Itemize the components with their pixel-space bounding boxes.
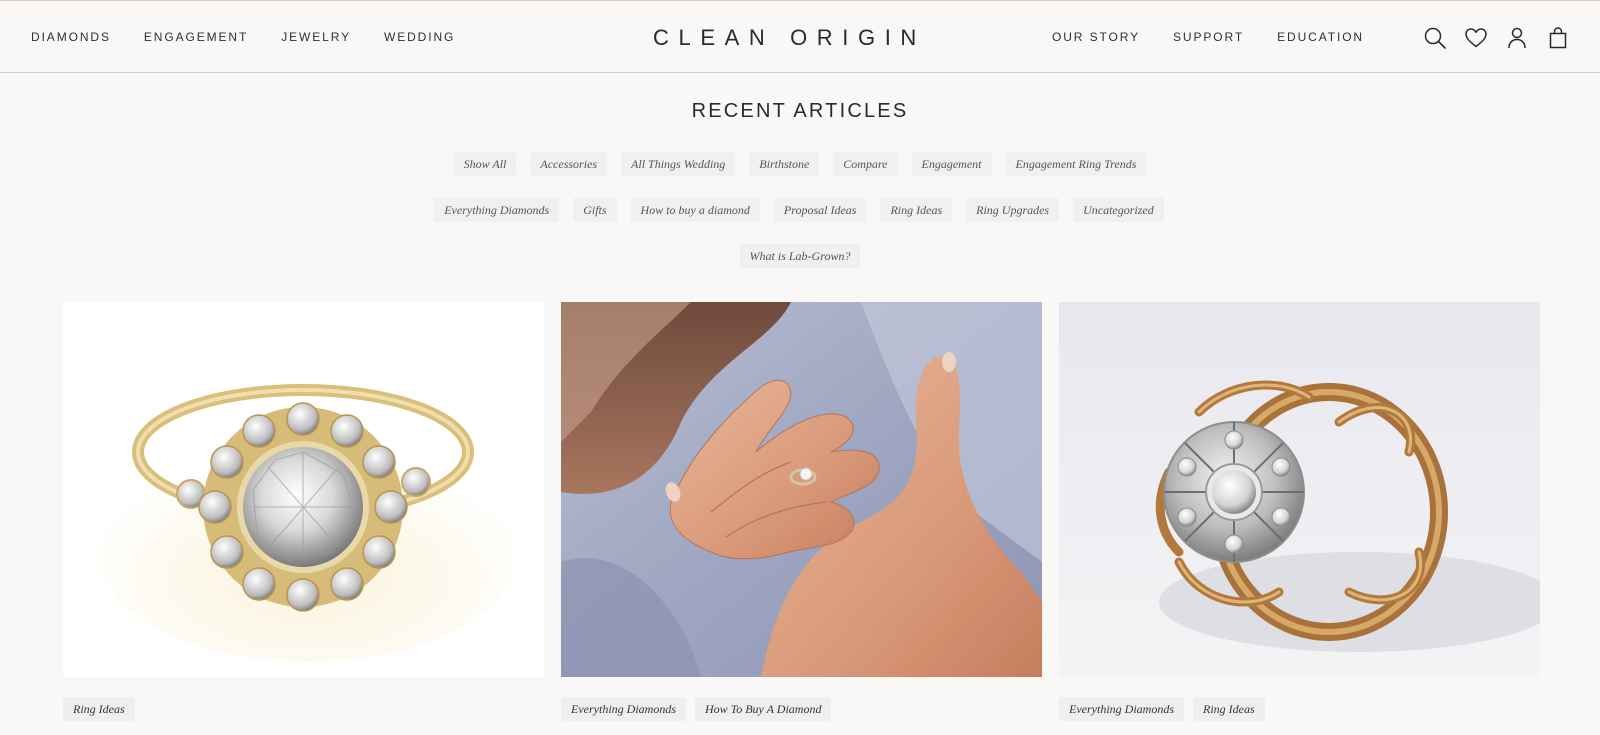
article-tag[interactable]: Everything Diamonds bbox=[561, 697, 686, 721]
nav-link-jewelry[interactable]: JEWELRY bbox=[281, 30, 351, 44]
filter-tag-gifts[interactable]: Gifts bbox=[573, 198, 617, 222]
filter-tag-compare[interactable]: Compare bbox=[833, 152, 898, 176]
filter-tag-engagement-ring-trends[interactable]: Engagement Ring Trends bbox=[1005, 152, 1147, 176]
filter-row: What is Lab-Grown? bbox=[0, 244, 1600, 270]
filter-tag-show-all[interactable]: Show All bbox=[453, 152, 517, 176]
gold-halo-ring-image[interactable] bbox=[63, 302, 544, 677]
article-tag[interactable]: Everything Diamonds bbox=[1059, 697, 1184, 721]
article-card: Everything Diamonds How To Buy A Diamond bbox=[561, 302, 1042, 723]
filter-tag-ring-ideas[interactable]: Ring Ideas bbox=[880, 198, 953, 222]
article-card: Ring Ideas bbox=[63, 302, 544, 723]
filter-tag-birthstone[interactable]: Birthstone bbox=[749, 152, 820, 176]
article-tag[interactable]: How To Buy A Diamond bbox=[694, 697, 832, 721]
nav-link-engagement[interactable]: ENGAGEMENT bbox=[144, 30, 248, 44]
article-tags: Everything Diamonds Ring Ideas bbox=[1059, 697, 1540, 723]
nav-link-education[interactable]: EDUCATION bbox=[1277, 30, 1364, 44]
heart-icon[interactable] bbox=[1463, 25, 1489, 51]
bag-icon[interactable] bbox=[1545, 25, 1571, 51]
filter-tag-accessories[interactable]: Accessories bbox=[530, 152, 608, 176]
site-header: DIAMONDS ENGAGEMENT JEWELRY WEDDING CLEA… bbox=[0, 0, 1600, 73]
user-icon[interactable] bbox=[1504, 25, 1530, 51]
filter-tag-how-to-buy-a-diamond[interactable]: How to buy a diamond bbox=[630, 198, 760, 222]
page-title: RECENT ARTICLES bbox=[691, 100, 909, 122]
filter-tag-all-things-wedding[interactable]: All Things Wedding bbox=[621, 152, 736, 176]
filter-tag-engagement[interactable]: Engagement bbox=[911, 152, 992, 176]
article-tag[interactable]: Ring Ideas bbox=[1192, 697, 1265, 721]
filter-row: Everything Diamonds Gifts How to buy a d… bbox=[0, 198, 1600, 224]
filter-tag-ring-upgrades[interactable]: Ring Upgrades bbox=[966, 198, 1060, 222]
header-icons bbox=[1422, 25, 1571, 51]
article-card: Everything Diamonds Ring Ideas bbox=[1059, 302, 1540, 723]
search-icon[interactable] bbox=[1422, 25, 1448, 51]
category-filters: Show All Accessories All Things Wedding … bbox=[0, 152, 1600, 290]
site-logo[interactable]: CLEAN ORIGIN bbox=[653, 21, 953, 55]
article-grid: Ring Ideas Everything Diamonds How To Bu… bbox=[63, 302, 1540, 723]
nav-link-diamonds[interactable]: DIAMONDS bbox=[31, 30, 111, 44]
secondary-nav: OUR STORY SUPPORT EDUCATION bbox=[1052, 1, 1397, 73]
filter-row: Show All Accessories All Things Wedding … bbox=[0, 152, 1600, 178]
article-tags: Everything Diamonds How To Buy A Diamond bbox=[561, 697, 1042, 723]
vintage-ring-image[interactable] bbox=[1059, 302, 1540, 677]
filter-tag-uncategorized[interactable]: Uncategorized bbox=[1073, 198, 1164, 222]
primary-nav: DIAMONDS ENGAGEMENT JEWELRY WEDDING bbox=[31, 1, 488, 73]
nav-link-wedding[interactable]: WEDDING bbox=[384, 30, 455, 44]
nav-link-support[interactable]: SUPPORT bbox=[1173, 30, 1244, 44]
filter-tag-everything-diamonds[interactable]: Everything Diamonds bbox=[434, 198, 560, 222]
article-tag[interactable]: Ring Ideas bbox=[63, 697, 135, 721]
hands-ring-image[interactable] bbox=[561, 302, 1042, 677]
article-tags: Ring Ideas bbox=[63, 697, 544, 723]
filter-tag-proposal-ideas[interactable]: Proposal Ideas bbox=[773, 198, 867, 222]
filter-tag-what-is-lab-grown[interactable]: What is Lab-Grown? bbox=[739, 244, 861, 268]
nav-link-our-story[interactable]: OUR STORY bbox=[1052, 30, 1140, 44]
